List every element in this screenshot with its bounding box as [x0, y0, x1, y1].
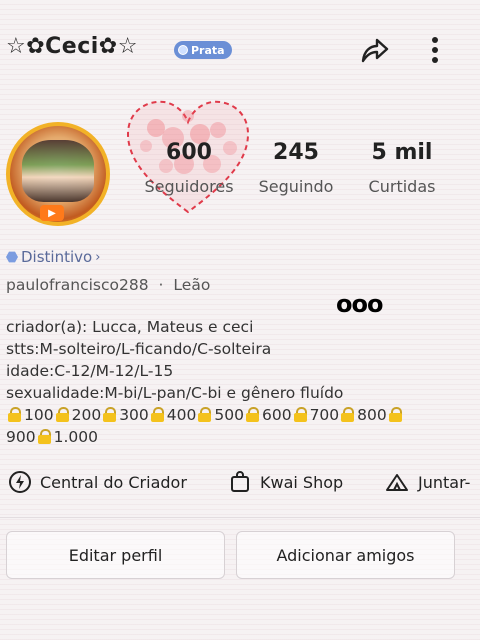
- lock-value: 100: [24, 406, 54, 424]
- add-friends-button[interactable]: Adicionar amigos: [236, 531, 455, 579]
- level-badge[interactable]: Prata: [174, 41, 232, 59]
- share-button[interactable]: [354, 30, 394, 70]
- bio-line: idade:C-12/M-12/L-15: [6, 362, 174, 380]
- tent-icon: [386, 474, 408, 491]
- more-vert-icon: [432, 37, 438, 63]
- profile-name: ☆✿Ceci✿☆: [6, 34, 138, 59]
- share-icon: [361, 38, 389, 63]
- creator-center-label: Central do Criador: [40, 472, 187, 492]
- badge-label: Prata: [191, 43, 225, 57]
- lock-icon: [55, 407, 70, 422]
- bio-locks-line: 100 200 300 400 500 600 700 800: [6, 404, 476, 426]
- user-info: paulofrancisco288 · Leão: [6, 276, 210, 294]
- lock-icon: [37, 429, 52, 444]
- lock-value: 200: [71, 406, 102, 424]
- shopping-bag-icon: [231, 471, 249, 492]
- lock-icon: [388, 407, 403, 422]
- chevron-right-icon: ›: [95, 249, 101, 265]
- lock-icon: [7, 407, 22, 422]
- lock-icon: [197, 407, 212, 422]
- zodiac-sign: Leão: [173, 276, 211, 294]
- kwai-shop-link[interactable]: Kwai Shop: [228, 470, 343, 494]
- divider: [0, 517, 480, 518]
- followers-count[interactable]: 600: [141, 140, 237, 165]
- join-label: Juntar-: [418, 472, 471, 492]
- play-icon: ▶: [40, 205, 64, 221]
- more-button[interactable]: [420, 32, 450, 68]
- lock-value: 500: [214, 406, 244, 424]
- lock-icon: [150, 407, 165, 422]
- distintivo-link[interactable]: Distintivo ›: [6, 248, 100, 266]
- creator-bolt-icon: [9, 471, 31, 493]
- lock-icon: [293, 407, 308, 422]
- bio-line: criador(a): Lucca, Mateus e ceci: [6, 318, 254, 336]
- lock-icon: [102, 407, 117, 422]
- username: paulofrancisco288: [6, 276, 149, 294]
- lock-value: 400: [166, 406, 197, 424]
- creator-center-link[interactable]: Central do Criador: [8, 470, 187, 494]
- lock-value: 600: [261, 406, 292, 424]
- separator: ·: [158, 276, 164, 294]
- distintivo-icon: [6, 251, 18, 263]
- lock-value: 1.000: [53, 428, 98, 446]
- bio-line: stts:M-solteiro/L-ficando/C-solteira: [6, 340, 272, 358]
- lock-value: 900: [6, 428, 36, 446]
- following-count[interactable]: 245: [248, 140, 344, 165]
- badge-icon: [178, 45, 188, 55]
- likes-label[interactable]: Curtidas: [346, 177, 458, 196]
- followers-label[interactable]: Seguidores: [133, 177, 245, 196]
- kwai-shop-label: Kwai Shop: [260, 472, 344, 492]
- bio-locks-line: 900 1.000: [6, 426, 476, 448]
- decorative-dots: ooo: [336, 290, 383, 318]
- bio: criador(a): Lucca, Mateus e ceci stts:M-…: [6, 316, 476, 448]
- lock-value: 800: [357, 406, 387, 424]
- lock-icon: [340, 407, 355, 422]
- lock-icon: [245, 407, 260, 422]
- lock-value: 300: [119, 406, 149, 424]
- join-link[interactable]: Juntar-: [384, 470, 470, 494]
- following-label[interactable]: Seguindo: [240, 177, 352, 196]
- likes-count[interactable]: 5 mil: [354, 140, 450, 165]
- distintivo-label: Distintivo: [21, 248, 93, 266]
- bio-line: sexualidade:M-bi/L-pan/C-bi e gênero flu…: [6, 384, 344, 402]
- edit-profile-button[interactable]: Editar perfil: [6, 531, 225, 579]
- lock-value: 700: [309, 406, 340, 424]
